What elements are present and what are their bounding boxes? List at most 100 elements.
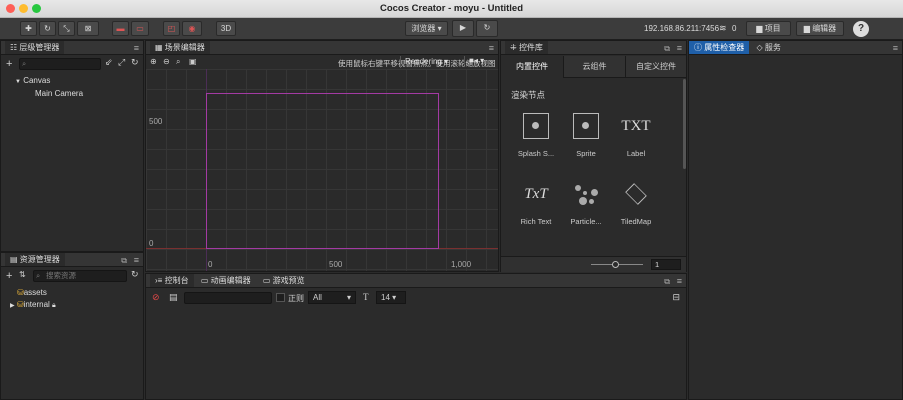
zoom-in-icon[interactable]: ⊕: [150, 57, 157, 66]
open-log-icon[interactable]: ▤: [169, 292, 178, 303]
zoom-slider-thumb[interactable]: [612, 261, 619, 268]
console-header: ›≡ 控制台 ▭ 动画编辑器 ▭ 游戏预览 ⧉ ≡: [146, 274, 686, 288]
pivot-local-icon[interactable]: ▬: [112, 21, 129, 36]
assets-search-input[interactable]: ⌕ 搜索资源: [33, 270, 127, 282]
node-tiledmap[interactable]: TiledMap: [611, 181, 661, 226]
node-sprite[interactable]: Sprite: [561, 113, 611, 158]
open-project-button[interactable]: ▆ 项目: [746, 21, 791, 36]
refresh-button[interactable]: ↻: [476, 20, 498, 37]
tab-inspector[interactable]: ⓘ 属性检查器: [689, 41, 750, 54]
panel-menu-icon[interactable]: ≡: [489, 42, 494, 55]
scene-viewport[interactable]: 500 0 0 500 1,000: [146, 69, 498, 271]
tiledmap-icon: [611, 181, 661, 207]
tab-services[interactable]: ◇ 服务: [751, 41, 785, 54]
tab-animation[interactable]: ▭ 动画编辑器: [196, 274, 256, 287]
library-tab[interactable]: ⁜ 控件库: [505, 41, 548, 54]
tree-item-canvas[interactable]: ▼ Canvas: [15, 76, 50, 85]
tab-builtin[interactable]: 内置控件: [501, 56, 563, 78]
y-label-0: 0: [149, 239, 154, 248]
scene-tab[interactable]: ▦ 场景编辑器: [150, 41, 210, 54]
camera-icon: ■◂: [469, 56, 478, 65]
console-icon: ›≡: [155, 276, 163, 285]
expand-arrow-icon[interactable]: ▶: [10, 303, 15, 309]
tree-item-main-camera[interactable]: Main Camera: [35, 89, 83, 98]
console-filter-input[interactable]: [184, 292, 272, 304]
library-scrollbar[interactable]: [683, 79, 686, 169]
hierarchy-header: ☷ 层级管理器 ≡: [1, 41, 143, 55]
scene-title: 场景编辑器: [164, 43, 205, 52]
clear-console-icon[interactable]: ⊘: [152, 292, 160, 303]
hierarchy-tab[interactable]: ☷ 层级管理器: [5, 41, 65, 54]
open-editor-button[interactable]: ▆ 编辑器: [796, 21, 844, 36]
log-level-select[interactable]: All ▾: [308, 291, 356, 304]
grid-icon[interactable]: ◉: [182, 21, 202, 36]
scene-icon: ▦: [155, 43, 163, 52]
library-tabs: 内置控件 云组件 自定义控件: [501, 56, 686, 78]
asset-item-internal[interactable]: ▶ ⛁internal 🔒︎: [10, 300, 56, 310]
zoom-reset-icon[interactable]: ⌕: [176, 57, 180, 67]
node-rich-text[interactable]: TxT Rich Text: [511, 181, 561, 226]
pivot-global-icon[interactable]: ▭: [131, 21, 149, 36]
library-title: 控件库: [518, 43, 543, 52]
zoom-value-input[interactable]: 1: [651, 259, 681, 270]
folder-icon: ▆: [803, 24, 810, 33]
asset-label: assets: [23, 288, 47, 297]
tab-console[interactable]: ›≡ 控制台: [150, 274, 194, 287]
node-particle[interactable]: Particle...: [561, 181, 611, 226]
camera-select[interactable]: ■◂ ▾: [464, 56, 484, 65]
refresh-icon[interactable]: ↻: [131, 269, 139, 280]
add-node-button[interactable]: +: [6, 58, 12, 70]
tab-custom[interactable]: 自定义控件: [625, 56, 686, 78]
scale-tool-icon[interactable]: ⤡: [58, 21, 75, 36]
snap-icon[interactable]: ◰: [163, 21, 180, 36]
collapse-all-icon[interactable]: ⇙: [105, 57, 113, 68]
assets-tab[interactable]: ▤ 资源管理器: [5, 253, 65, 266]
x-label-0: 0: [208, 260, 213, 269]
collapse-icon[interactable]: ⊟: [672, 292, 680, 303]
node-splash-sprite[interactable]: Splash S...: [511, 113, 561, 158]
x-label-500: 500: [329, 260, 343, 269]
add-asset-button[interactable]: +: [6, 270, 12, 282]
tab-cloud[interactable]: 云组件: [563, 56, 625, 78]
popout-icon[interactable]: ⧉: [121, 254, 127, 267]
sort-icon[interactable]: ⇅: [19, 270, 26, 279]
mode-3d-button[interactable]: 3D: [216, 21, 236, 36]
node-label[interactable]: TXT Label: [611, 113, 661, 158]
tab-label: 控制台: [164, 276, 189, 285]
services-icon: ◇: [756, 43, 763, 52]
library-header: ⁜ 控件库 ⧉ ≡: [501, 41, 686, 55]
regex-label: 正则: [288, 294, 304, 303]
font-size-select[interactable]: 14 ▾: [376, 291, 406, 304]
popout-icon[interactable]: ⧉: [664, 42, 670, 55]
hierarchy-search-input[interactable]: ⌕: [19, 58, 101, 70]
rect-tool-icon[interactable]: ⊠: [77, 21, 99, 36]
panel-menu-icon[interactable]: ≡: [677, 42, 682, 55]
hierarchy-panel: ☷ 层级管理器 ≡ + ⌕ ⇙ ⤢ ↻ ▼ Canvas Main Camera: [0, 40, 144, 252]
render-mode-select[interactable]: Rendering ▾: [400, 56, 460, 68]
fit-view-icon[interactable]: ▣: [189, 57, 197, 66]
preview-platform-select[interactable]: 浏览器 ▾: [405, 21, 448, 36]
assets-title: 资源管理器: [19, 255, 60, 264]
chevron-down-icon: ▾: [392, 293, 397, 302]
panel-menu-icon[interactable]: ≡: [677, 275, 682, 288]
assets-header: ▤ 资源管理器 ⧉ ≡: [1, 253, 143, 267]
panel-menu-icon[interactable]: ≡: [893, 42, 898, 55]
zoom-out-icon[interactable]: ⊖: [163, 57, 170, 66]
canvas-frame[interactable]: [206, 93, 439, 249]
play-button[interactable]: ▶: [452, 20, 474, 37]
folder-icon: ▆: [756, 24, 763, 33]
refresh-icon[interactable]: ↻: [131, 57, 139, 68]
locate-icon[interactable]: ⤢: [118, 57, 125, 68]
move-tool-icon[interactable]: ✚: [20, 21, 37, 36]
rotate-tool-icon[interactable]: ↻: [39, 21, 56, 36]
window-title: Cocos Creator - moyu - Untitled: [379, 3, 524, 14]
tab-label: 服务: [764, 43, 781, 52]
regex-checkbox[interactable]: [276, 293, 285, 302]
panel-menu-icon[interactable]: ≡: [134, 254, 139, 267]
panel-menu-icon[interactable]: ≡: [134, 42, 139, 55]
help-button[interactable]: ?: [853, 21, 869, 37]
popout-icon[interactable]: ⧉: [664, 275, 670, 288]
asset-item-assets[interactable]: ⛁assets: [17, 288, 47, 297]
expand-arrow-icon[interactable]: ▼: [15, 79, 21, 85]
tab-game-preview[interactable]: ▭ 游戏预览: [258, 274, 310, 287]
